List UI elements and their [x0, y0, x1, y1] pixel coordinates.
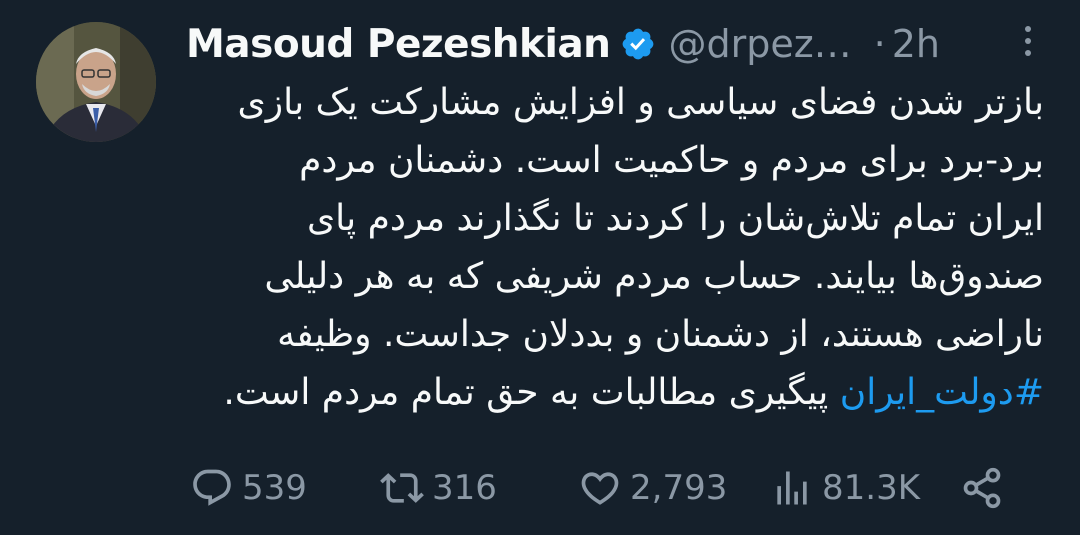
reply-count: 539 [242, 468, 307, 508]
profile-photo [36, 22, 156, 142]
user-handle[interactable]: @drpez… [668, 22, 851, 66]
hashtag-link[interactable]: #دولت_ایران [840, 372, 1044, 413]
tweet-line: بازتر شدن فضای سیاسی و افزایش مشارکت یک … [237, 82, 1044, 123]
reply-icon [190, 466, 234, 510]
like-button[interactable]: 2,793 [578, 466, 727, 510]
tweet-header: Masoud Pezeshkian @drpez… · 2h [186, 14, 1040, 74]
separator-dot: · [873, 22, 886, 66]
tweet-line-last: #دولت_ایران پیگیری مطالبات به حق تمام مر… [178, 364, 1044, 422]
views-button[interactable]: 81.3K [770, 466, 920, 510]
more-options-icon[interactable] [1016, 20, 1040, 68]
tweet[interactable]: Masoud Pezeshkian @drpez… · 2h بازتر شدن… [0, 0, 1080, 535]
views-chart-icon [770, 466, 814, 510]
action-bar: 539 316 2,793 81.3K [190, 458, 1020, 518]
avatar[interactable] [36, 22, 156, 142]
tweet-line: صندوق‌ها بیایند. حساب مردم شریفی که به ه… [264, 256, 1044, 297]
views-count: 81.3K [822, 468, 920, 508]
retweet-button[interactable]: 316 [380, 466, 497, 510]
tweet-line: ناراضی هستند، از دشمنان و بددلان جداست. … [277, 314, 1044, 355]
like-count: 2,793 [630, 468, 728, 508]
timestamp[interactable]: 2h [892, 22, 940, 66]
tweet-line-text: پیگیری مطالبات به حق تمام مردم است. [223, 372, 829, 413]
share-button[interactable] [960, 466, 1004, 510]
tweet-line: برد-برد برای مردم و حاکمیت است. دشمنان م… [299, 140, 1044, 181]
display-name[interactable]: Masoud Pezeshkian [186, 22, 611, 67]
tweet-text: بازتر شدن فضای سیاسی و افزایش مشارکت یک … [178, 74, 1044, 422]
retweet-count: 316 [432, 468, 497, 508]
heart-icon [578, 466, 622, 510]
verified-badge-icon[interactable] [620, 26, 656, 62]
tweet-line: ایران تمام تلاش‌شان را کردند تا نگذارند … [306, 198, 1044, 239]
reply-button[interactable]: 539 [190, 466, 307, 510]
retweet-icon [380, 466, 424, 510]
share-icon [960, 466, 1004, 510]
